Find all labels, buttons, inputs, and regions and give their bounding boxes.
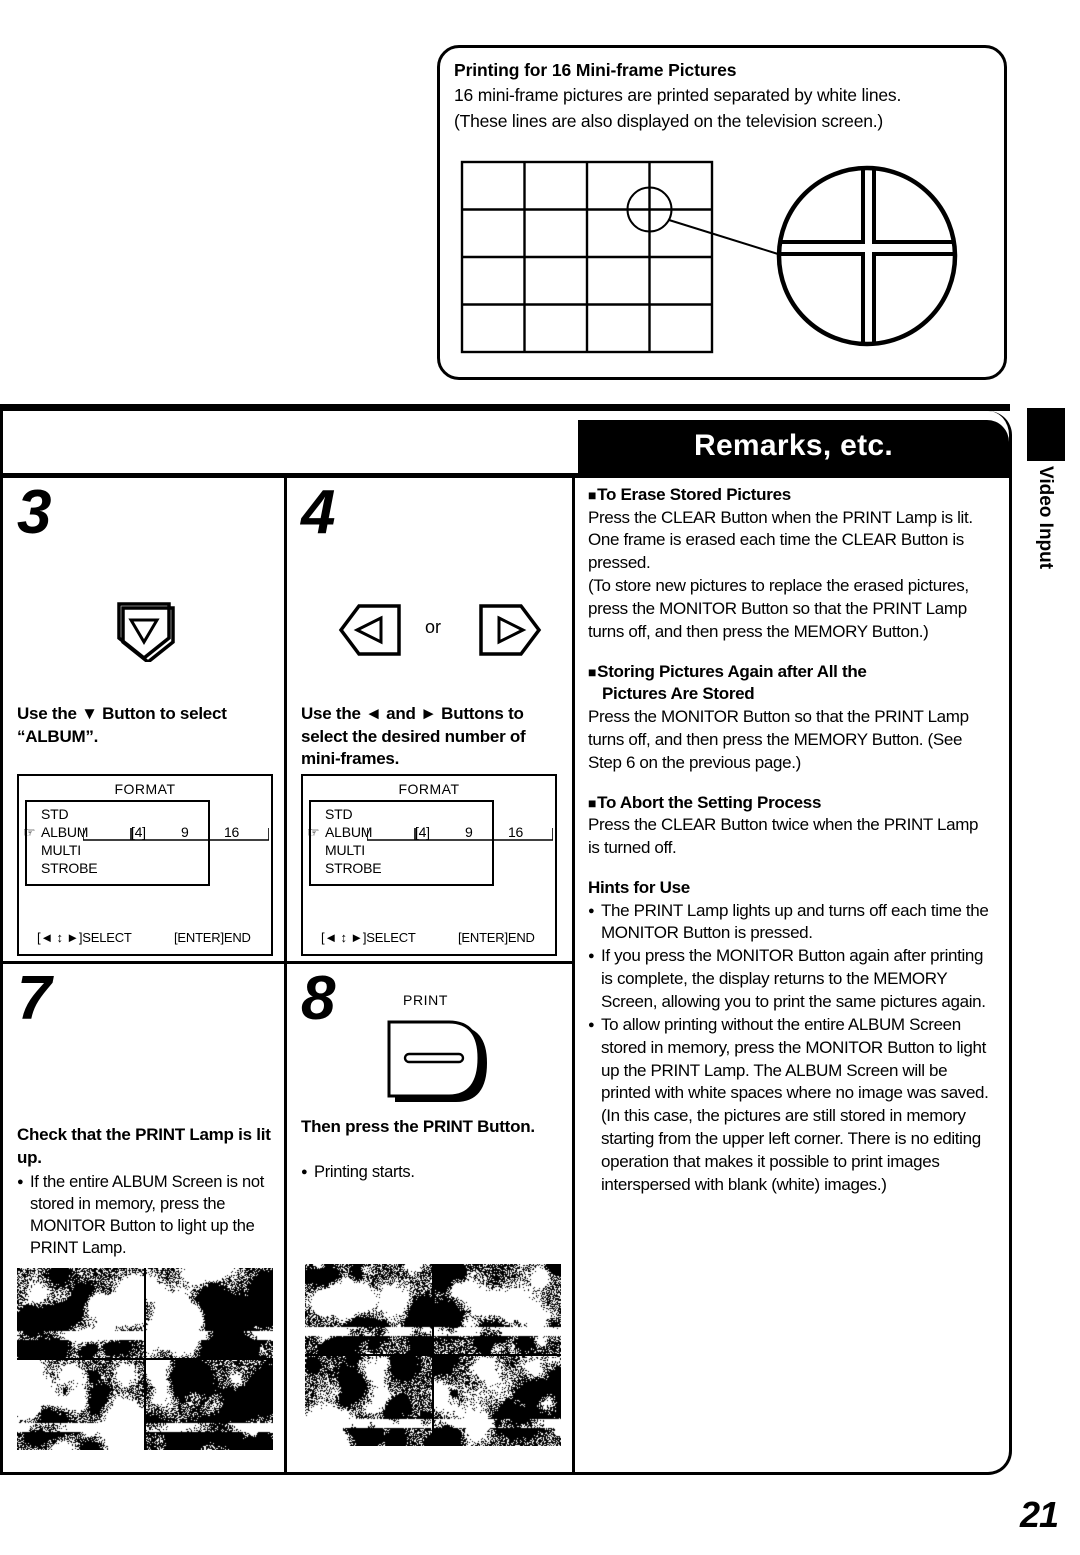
callout-text: Printing for 16 Mini-frame Pictures 16 m… bbox=[454, 58, 990, 135]
step-number: 7 bbox=[17, 964, 52, 1033]
hint-item: If you press the MONITOR Button again af… bbox=[588, 945, 990, 1014]
remarks-paragraph: (To store new pictures to replace the er… bbox=[588, 576, 969, 641]
side-tab-label: Video Input bbox=[1035, 466, 1056, 570]
photo-quadrant bbox=[305, 1264, 432, 1354]
step-caption: Check that the PRINT Lamp is lit up. bbox=[17, 1125, 271, 1167]
leader-line bbox=[668, 219, 779, 255]
callout-title: Printing for 16 Mini-frame Pictures bbox=[454, 60, 737, 80]
osd-item-strobe[interactable]: STROBE bbox=[325, 860, 382, 876]
right-button-icon bbox=[479, 604, 542, 656]
osd-item-std[interactable]: STD bbox=[325, 806, 353, 822]
photo-quadrant bbox=[17, 1360, 144, 1450]
hint-item: To allow printing without the entire ALB… bbox=[588, 1014, 990, 1197]
hints-list: The PRINT Lamp lights up and turns off e… bbox=[588, 900, 990, 1197]
callout-line-1: 16 mini-frame pictures are printed separ… bbox=[454, 85, 902, 106]
osd-option-bar bbox=[367, 828, 553, 841]
callout-line-2: (These lines are also displayed on the t… bbox=[454, 111, 884, 132]
step-cell-4: 4 or Use the ◄ and ► Buttons to select t… bbox=[287, 478, 575, 964]
hint-item: The PRINT Lamp lights up and turns off e… bbox=[588, 900, 990, 946]
print-button-icon bbox=[387, 1020, 488, 1102]
remarks-heading-abort: To Abort the Setting Process bbox=[588, 792, 990, 815]
osd-item-std[interactable]: STD bbox=[41, 806, 69, 822]
photo-quadrant bbox=[17, 1268, 144, 1358]
osd-item-multi[interactable]: MULTI bbox=[41, 842, 81, 858]
osd-footer-end: [ENTER]END bbox=[458, 930, 535, 945]
step-cell-8: 8 PRINT Then press the PRINT Button. Pri… bbox=[287, 964, 575, 1472]
side-tab: Video Input bbox=[1020, 466, 1070, 616]
step-number: 8 bbox=[301, 964, 336, 1033]
remarks-heading-storing-line2: Pictures Are Stored bbox=[602, 684, 755, 704]
pointer-hand-icon: ☞ bbox=[23, 824, 36, 840]
osd-option-bar bbox=[83, 828, 269, 841]
osd-screen-format: FORMAT STD ☞ ALBUM MULTI STROBE [4] 9 16… bbox=[301, 774, 557, 956]
photo-quadrant bbox=[146, 1360, 273, 1450]
remarks-banner-title: Remarks, etc. bbox=[693, 428, 894, 462]
grid-4x4 bbox=[460, 160, 714, 354]
miniframe-grid-diagram bbox=[460, 160, 958, 354]
down-button-icon bbox=[117, 602, 175, 662]
remarks-heading-storing: Storing Pictures Again after All the bbox=[588, 661, 990, 684]
osd-item-album[interactable]: ALBUM bbox=[325, 824, 372, 840]
photo-quadrant bbox=[434, 1356, 561, 1446]
remarks-heading-erase: To Erase Stored Pictures bbox=[588, 484, 990, 507]
osd-footer-select: [◄ ↕ ►]SELECT bbox=[321, 930, 416, 945]
step-cell-3: 3 Use the ▼ Button to select “ALBUM”. FO… bbox=[3, 478, 287, 964]
remarks-paragraph: Press the CLEAR Button when the PRINT La… bbox=[588, 507, 973, 573]
album-screen-photo bbox=[17, 1268, 273, 1450]
photo-quadrant bbox=[434, 1264, 561, 1354]
print-button-label: PRINT bbox=[403, 992, 448, 1008]
step-caption: Use the ◄ and ► Buttons to select the de… bbox=[301, 704, 526, 769]
osd-footer-end: [ENTER]END bbox=[174, 930, 251, 945]
osd-item-album[interactable]: ALBUM bbox=[41, 824, 88, 840]
remarks-banner: Remarks, etc. bbox=[578, 420, 1009, 473]
page-number: 21 bbox=[1019, 1494, 1059, 1535]
osd-title: FORMAT bbox=[398, 781, 460, 797]
step-cell-7: 7 Check that the PRINT Lamp is lit up. I… bbox=[3, 964, 287, 1472]
photo-quadrant bbox=[305, 1356, 432, 1446]
step-number: 4 bbox=[301, 478, 336, 547]
remarks-paragraph: Press the CLEAR Button twice when the PR… bbox=[588, 815, 979, 858]
album-screen-photo bbox=[305, 1264, 561, 1446]
step-caption: Use the ▼ Button to select “ALBUM”. bbox=[17, 704, 227, 746]
photo-quadrant bbox=[146, 1268, 273, 1358]
step-bullet: Printing starts. bbox=[301, 1162, 559, 1184]
manual-page: Printing for 16 Mini-frame Pictures 16 m… bbox=[0, 0, 1080, 1555]
osd-item-strobe[interactable]: STROBE bbox=[41, 860, 98, 876]
remarks-paragraph: Press the MONITOR Button so that the PRI… bbox=[588, 706, 969, 772]
remarks-heading-hints: Hints for Use bbox=[588, 877, 690, 897]
step-bullet: If the entire ALBUM Screen is not stored… bbox=[17, 1172, 275, 1260]
left-button-icon bbox=[338, 604, 401, 656]
step-caption: Then press the PRINT Button. bbox=[301, 1117, 535, 1136]
osd-footer-select: [◄ ↕ ►]SELECT bbox=[37, 930, 132, 945]
section-divider-rule bbox=[0, 404, 1010, 411]
side-tab-marker bbox=[1027, 408, 1065, 461]
osd-item-multi[interactable]: MULTI bbox=[325, 842, 365, 858]
pointer-hand-icon: ☞ bbox=[307, 824, 320, 840]
remarks-column: To Erase Stored Pictures Press the CLEAR… bbox=[578, 478, 1006, 1472]
or-separator-label: or bbox=[425, 617, 442, 637]
osd-title: FORMAT bbox=[114, 781, 176, 797]
printing-16-miniframe-callout: Printing for 16 Mini-frame Pictures 16 m… bbox=[437, 45, 1007, 380]
step-number: 3 bbox=[17, 478, 52, 547]
osd-screen-format: FORMAT STD ☞ ALBUM MULTI STROBE [4] 9 16… bbox=[17, 774, 273, 956]
